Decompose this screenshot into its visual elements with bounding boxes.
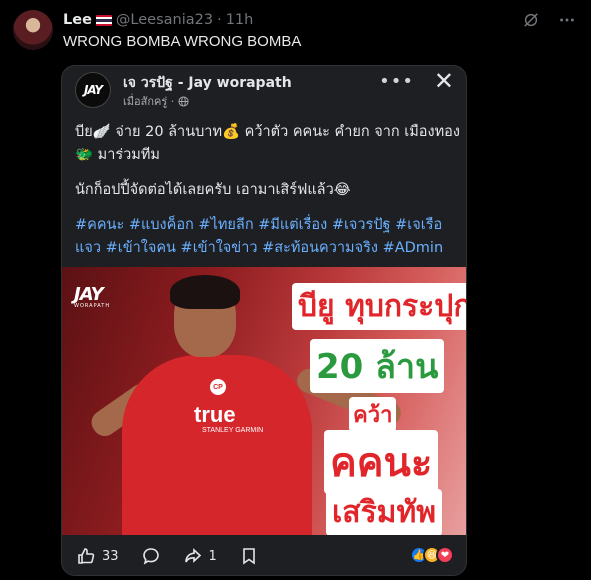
jersey-cp-logo: CP xyxy=(210,379,226,395)
globe-icon xyxy=(178,95,189,107)
card-header: JAY เจ วรปัฐ - Jay worapath เมื่อสักครู่… xyxy=(62,66,466,112)
like-count: 33 xyxy=(102,548,119,564)
headline-line-2: 20 ล้าน xyxy=(310,339,445,393)
comment-icon xyxy=(142,548,159,565)
page-name[interactable]: เจ วรปัฐ - Jay worapath xyxy=(123,72,292,94)
tweet-top-icons xyxy=(521,10,577,30)
headline-line-3: คว้า xyxy=(349,397,397,432)
author-name[interactable]: Lee xyxy=(63,12,92,28)
comment-button[interactable] xyxy=(141,546,161,566)
card-close-button[interactable]: ✕ xyxy=(434,67,454,95)
headline-line-1: บียู ทุบกระปุก xyxy=(292,283,466,330)
page-avatar[interactable]: JAY xyxy=(75,72,111,108)
thumbs-up-icon xyxy=(78,548,95,564)
reactions-summary[interactable]: 👍 😆 ❤ xyxy=(410,546,454,564)
separator-dot: · xyxy=(217,12,222,28)
post-photo[interactable]: JAY WORAPATH CP true STANLEY GARMIN บียู … xyxy=(62,267,466,535)
page-avatar-logo: JAY xyxy=(83,83,103,97)
headline-line-5: เสริมทัพ xyxy=(326,489,443,535)
tweet-text: WRONG BOMBA WRONG BOMBA xyxy=(63,33,302,50)
post-line-2: นักก็อปปี้จัดต่อได้เลยครับ เอามาเสิร์ฟแล… xyxy=(75,182,351,198)
facebook-post-card[interactable]: JAY เจ วรปัฐ - Jay worapath เมื่อสักครู่… xyxy=(61,65,467,576)
post-meta: เมื่อสักครู่ · xyxy=(123,92,189,110)
photo-logo-text: JAY xyxy=(74,284,104,305)
photo-logo-sub: WORAPATH xyxy=(74,303,111,309)
share-button[interactable]: 1 xyxy=(183,546,217,566)
like-button[interactable]: 33 xyxy=(76,546,119,566)
tweet-header: Lee @Leesania23 · 11h xyxy=(63,10,253,30)
author-handle[interactable]: @Leesania23 xyxy=(116,12,213,28)
post-text: บีย🪽 จ่าย 20 ล้านบาท💰 คว้าตัว คคนะ คำยก … xyxy=(75,121,460,272)
post-time: เมื่อสักครู่ · xyxy=(123,95,175,108)
share-icon xyxy=(184,548,201,563)
love-reaction-icon: ❤ xyxy=(436,546,454,564)
avatar[interactable] xyxy=(13,10,53,50)
tweet[interactable]: Lee @Leesania23 · 11h WRONG BOMBA WRONG … xyxy=(0,0,591,580)
jersey-sponsor-sub: STANLEY GARMIN xyxy=(202,427,264,434)
photo-logo: JAY WORAPATH xyxy=(74,284,110,309)
timestamp[interactable]: 11h xyxy=(226,12,254,28)
grok-icon[interactable] xyxy=(521,10,541,30)
thailand-flag-icon xyxy=(95,14,112,26)
jersey-sponsor: true xyxy=(194,402,236,427)
post-hashtags[interactable]: #คคนะ #แบงค็อก #ไทยลีก #มีแต่เรื่อง #เจว… xyxy=(75,214,460,260)
post-line-1: บีย🪽 จ่าย 20 ล้านบาท💰 คว้าตัว คคนะ คำยก … xyxy=(75,124,460,163)
bookmark-button[interactable] xyxy=(239,546,259,566)
bookmark-icon xyxy=(243,548,255,565)
more-icon[interactable] xyxy=(557,10,577,30)
share-count: 1 xyxy=(208,548,217,564)
card-more-button[interactable]: ••• xyxy=(379,71,414,92)
headline-line-4: คคนะ xyxy=(324,430,439,494)
card-actions: 33 1 👍 😆 ❤ xyxy=(62,535,466,575)
player-hair xyxy=(170,275,240,309)
